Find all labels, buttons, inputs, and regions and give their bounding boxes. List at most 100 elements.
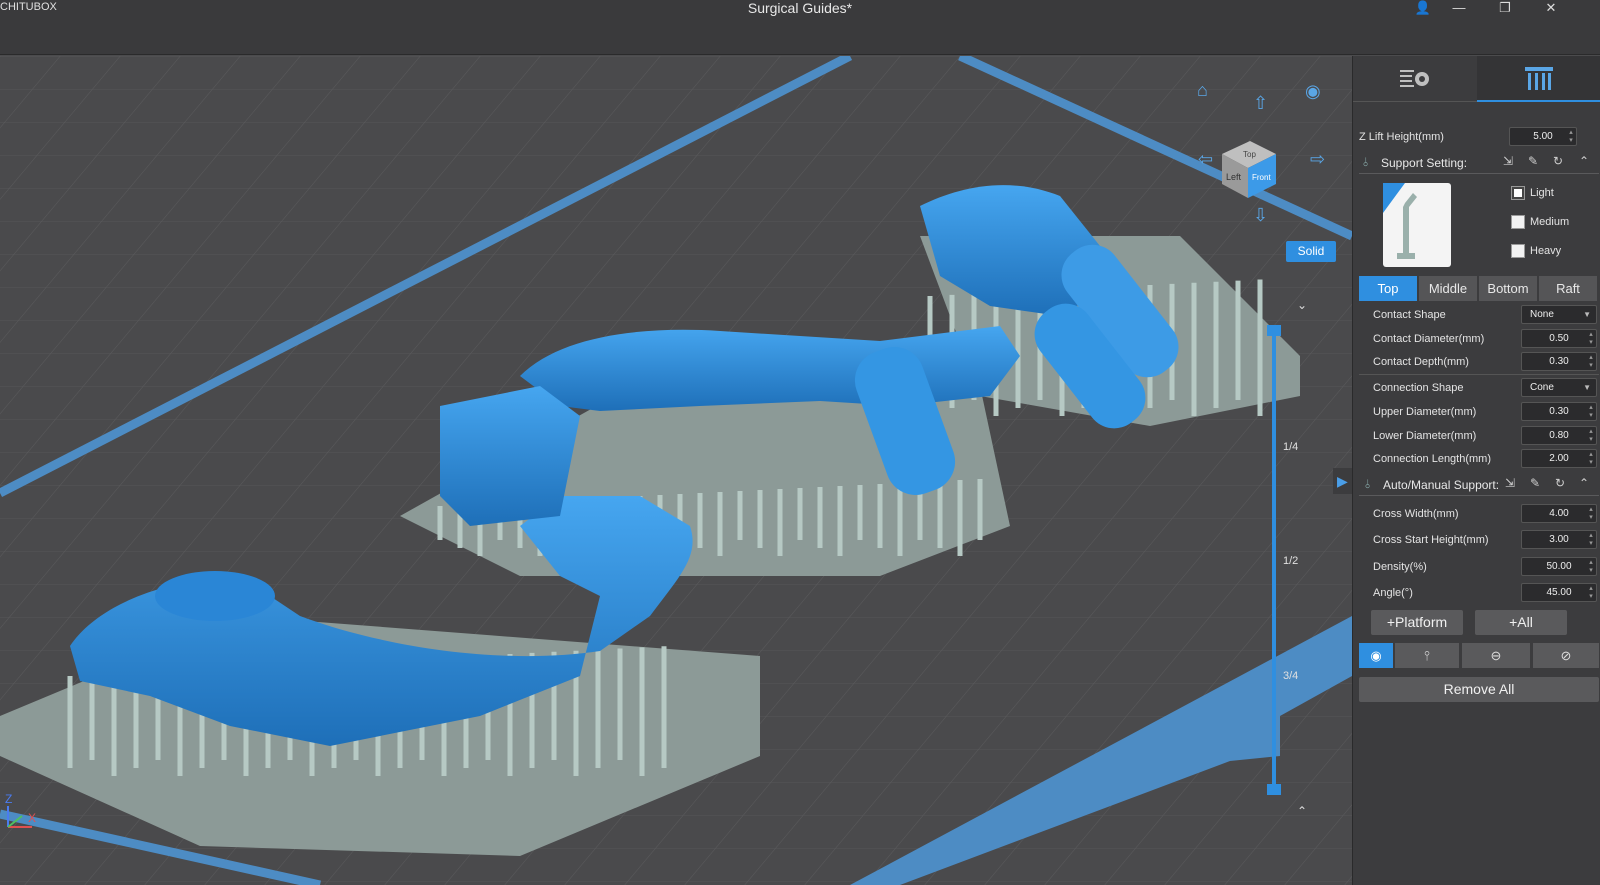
document-title: Surgical Guides*: [747, 0, 853, 16]
chevron-down-icon[interactable]: ⌄: [1297, 299, 1307, 311]
contact-diameter-row: Contact Diameter(mm) 0.50: [1353, 328, 1600, 350]
connection-length-input[interactable]: 2.00: [1521, 449, 1597, 468]
field-label: Angle(°): [1373, 587, 1413, 599]
close-button[interactable]: ✕: [1539, 0, 1563, 16]
density-row: Density(%) 50.00: [1353, 556, 1600, 578]
edit-support-icon: ⊘: [1560, 648, 1572, 663]
cross-start-height-input[interactable]: 3.00: [1521, 530, 1597, 549]
collapse-panel-icon[interactable]: ▶: [1333, 468, 1352, 494]
remove-support-button[interactable]: ⊖: [1462, 643, 1530, 668]
contact-diameter-input[interactable]: 0.50: [1521, 329, 1597, 348]
user-icon[interactable]: 👤: [1411, 0, 1435, 16]
field-label: Contact Diameter(mm): [1373, 333, 1485, 345]
edit-settings-icon[interactable]: ✎: [1528, 154, 1538, 168]
restore-button[interactable]: ❐: [1493, 0, 1517, 16]
arrow-up-icon[interactable]: ⇧: [1253, 94, 1268, 112]
slider-label-three-quarter: 3/4: [1283, 670, 1299, 682]
support-table-icon: [1525, 67, 1553, 90]
tab-raft[interactable]: Raft: [1539, 276, 1598, 301]
z-lift-label: Z Lift Height(mm): [1359, 131, 1444, 143]
density-input[interactable]: 50.00: [1521, 557, 1597, 576]
add-platform-button[interactable]: +Platform: [1371, 610, 1463, 635]
contact-shape-select[interactable]: None: [1521, 305, 1597, 324]
field-label: Upper Diameter(mm): [1373, 406, 1477, 418]
cross-width-row: Cross Width(mm) 4.00: [1353, 503, 1600, 525]
eye-icon: ◉: [1370, 648, 1382, 663]
arrow-right-icon[interactable]: ⇨: [1310, 150, 1325, 168]
arrow-down-icon[interactable]: ⇩: [1253, 206, 1268, 224]
remove-all-button[interactable]: Remove All: [1359, 677, 1599, 702]
tab-bottom[interactable]: Bottom: [1479, 276, 1538, 301]
home-view-icon[interactable]: ⌂: [1197, 81, 1208, 99]
add-all-button[interactable]: +All: [1475, 610, 1567, 635]
view-cube-front[interactable]: Front: [1252, 173, 1271, 182]
lower-diameter-input[interactable]: 0.80: [1521, 426, 1597, 445]
eye-icon[interactable]: ◉: [1305, 82, 1321, 100]
preset-heavy[interactable]: Heavy: [1511, 244, 1561, 258]
view-cube-top[interactable]: Top: [1243, 150, 1256, 159]
collapse-section-icon[interactable]: ⌃: [1579, 154, 1589, 168]
chevron-up-icon[interactable]: ⌃: [1297, 805, 1307, 817]
contact-depth-row: Contact Depth(mm) 0.30: [1353, 351, 1600, 373]
tab-top[interactable]: Top: [1359, 276, 1418, 301]
z-lift-input[interactable]: 5.00: [1509, 127, 1577, 146]
angle-row: Angle(°) 45.00: [1353, 582, 1600, 604]
layer-slider-top-handle[interactable]: [1267, 325, 1281, 336]
auto-support-icon: ⫰: [1365, 477, 1371, 491]
preset-light-label: Light: [1530, 186, 1554, 199]
edit-support-button[interactable]: ⊘: [1533, 643, 1599, 668]
collapse-auto-icon[interactable]: ⌃: [1579, 476, 1589, 490]
connection-shape-row: Connection Shape Cone: [1353, 377, 1600, 399]
preset-medium[interactable]: Medium: [1511, 215, 1569, 229]
field-label: Density(%): [1373, 561, 1427, 573]
import-auto-icon[interactable]: ⇲: [1505, 476, 1515, 490]
support-setting-title: Support Setting:: [1381, 156, 1468, 170]
upper-diameter-input[interactable]: 0.30: [1521, 402, 1597, 421]
auto-manual-title: Auto/Manual Support:: [1383, 478, 1500, 492]
light-checkbox[interactable]: [1511, 186, 1525, 200]
field-label: Connection Length(mm): [1373, 453, 1492, 465]
title-bar: CHITUBOX Surgical Guides* 👤 — ❐ ✕: [0, 0, 1600, 17]
angle-input[interactable]: 45.00: [1521, 583, 1597, 602]
remove-support-icon: ⊖: [1490, 648, 1502, 663]
reset-settings-icon[interactable]: ↻: [1553, 154, 1563, 168]
guide-sleeve-left: [440, 386, 580, 526]
z-lift-row: Z Lift Height(mm) 5.00: [1353, 126, 1600, 148]
add-support-icon: ⫯: [1424, 648, 1430, 663]
cross-start-height-row: Cross Start Height(mm) 3.00: [1353, 529, 1600, 551]
field-label: Contact Shape: [1373, 309, 1446, 321]
support-tab[interactable]: [1477, 56, 1600, 102]
view-cube-left[interactable]: Left: [1226, 172, 1242, 182]
solid-view-button[interactable]: Solid: [1286, 241, 1336, 262]
import-settings-icon[interactable]: ⇲: [1503, 154, 1513, 168]
preset-light[interactable]: Light: [1511, 186, 1554, 200]
connection-shape-select[interactable]: Cone: [1521, 378, 1597, 397]
layer-slider-bottom-handle[interactable]: [1267, 784, 1281, 795]
support-panel: Z Lift Height(mm) 5.00 ⫰ Support Setting…: [1352, 56, 1600, 885]
add-support-button[interactable]: ⫯: [1395, 643, 1459, 668]
heavy-checkbox[interactable]: [1511, 244, 1525, 258]
slider-label-half: 1/2: [1283, 555, 1299, 567]
edit-auto-icon[interactable]: ✎: [1530, 476, 1540, 490]
settings-tab[interactable]: [1353, 56, 1477, 102]
auto-manual-header: ⫰ Auto/Manual Support: ⇲ ✎ ↻ ⌃: [1359, 474, 1599, 496]
cross-width-input[interactable]: 4.00: [1521, 504, 1597, 523]
guide-sleeve-front: [155, 571, 275, 621]
field-label: Cross Start Height(mm): [1373, 534, 1489, 546]
support-setting-header: ⫰ Support Setting: ⇲ ✎ ↻ ⌃: [1359, 152, 1599, 174]
field-label: Contact Depth(mm): [1373, 356, 1469, 368]
toolbar: [0, 17, 1600, 55]
show-supports-button[interactable]: ◉: [1359, 643, 1393, 668]
field-label: Connection Shape: [1373, 382, 1464, 394]
contact-depth-input[interactable]: 0.30: [1521, 352, 1597, 371]
minimize-button[interactable]: —: [1447, 0, 1471, 16]
3d-viewport[interactable]: Z X Top Left Front ⌂ ⇧ ◉ ⇦ ⇨ ⇩ Solid ⌄ ⌃…: [0, 56, 1352, 885]
divider: [1359, 374, 1599, 375]
arrow-left-icon[interactable]: ⇦: [1198, 150, 1213, 168]
lower-diameter-row: Lower Diameter(mm) 0.80: [1353, 425, 1600, 447]
reset-auto-icon[interactable]: ↻: [1555, 476, 1565, 490]
preset-medium-label: Medium: [1530, 215, 1570, 228]
tab-middle[interactable]: Middle: [1419, 276, 1478, 301]
support-preview-image: [1383, 183, 1451, 267]
medium-checkbox[interactable]: [1511, 215, 1525, 229]
